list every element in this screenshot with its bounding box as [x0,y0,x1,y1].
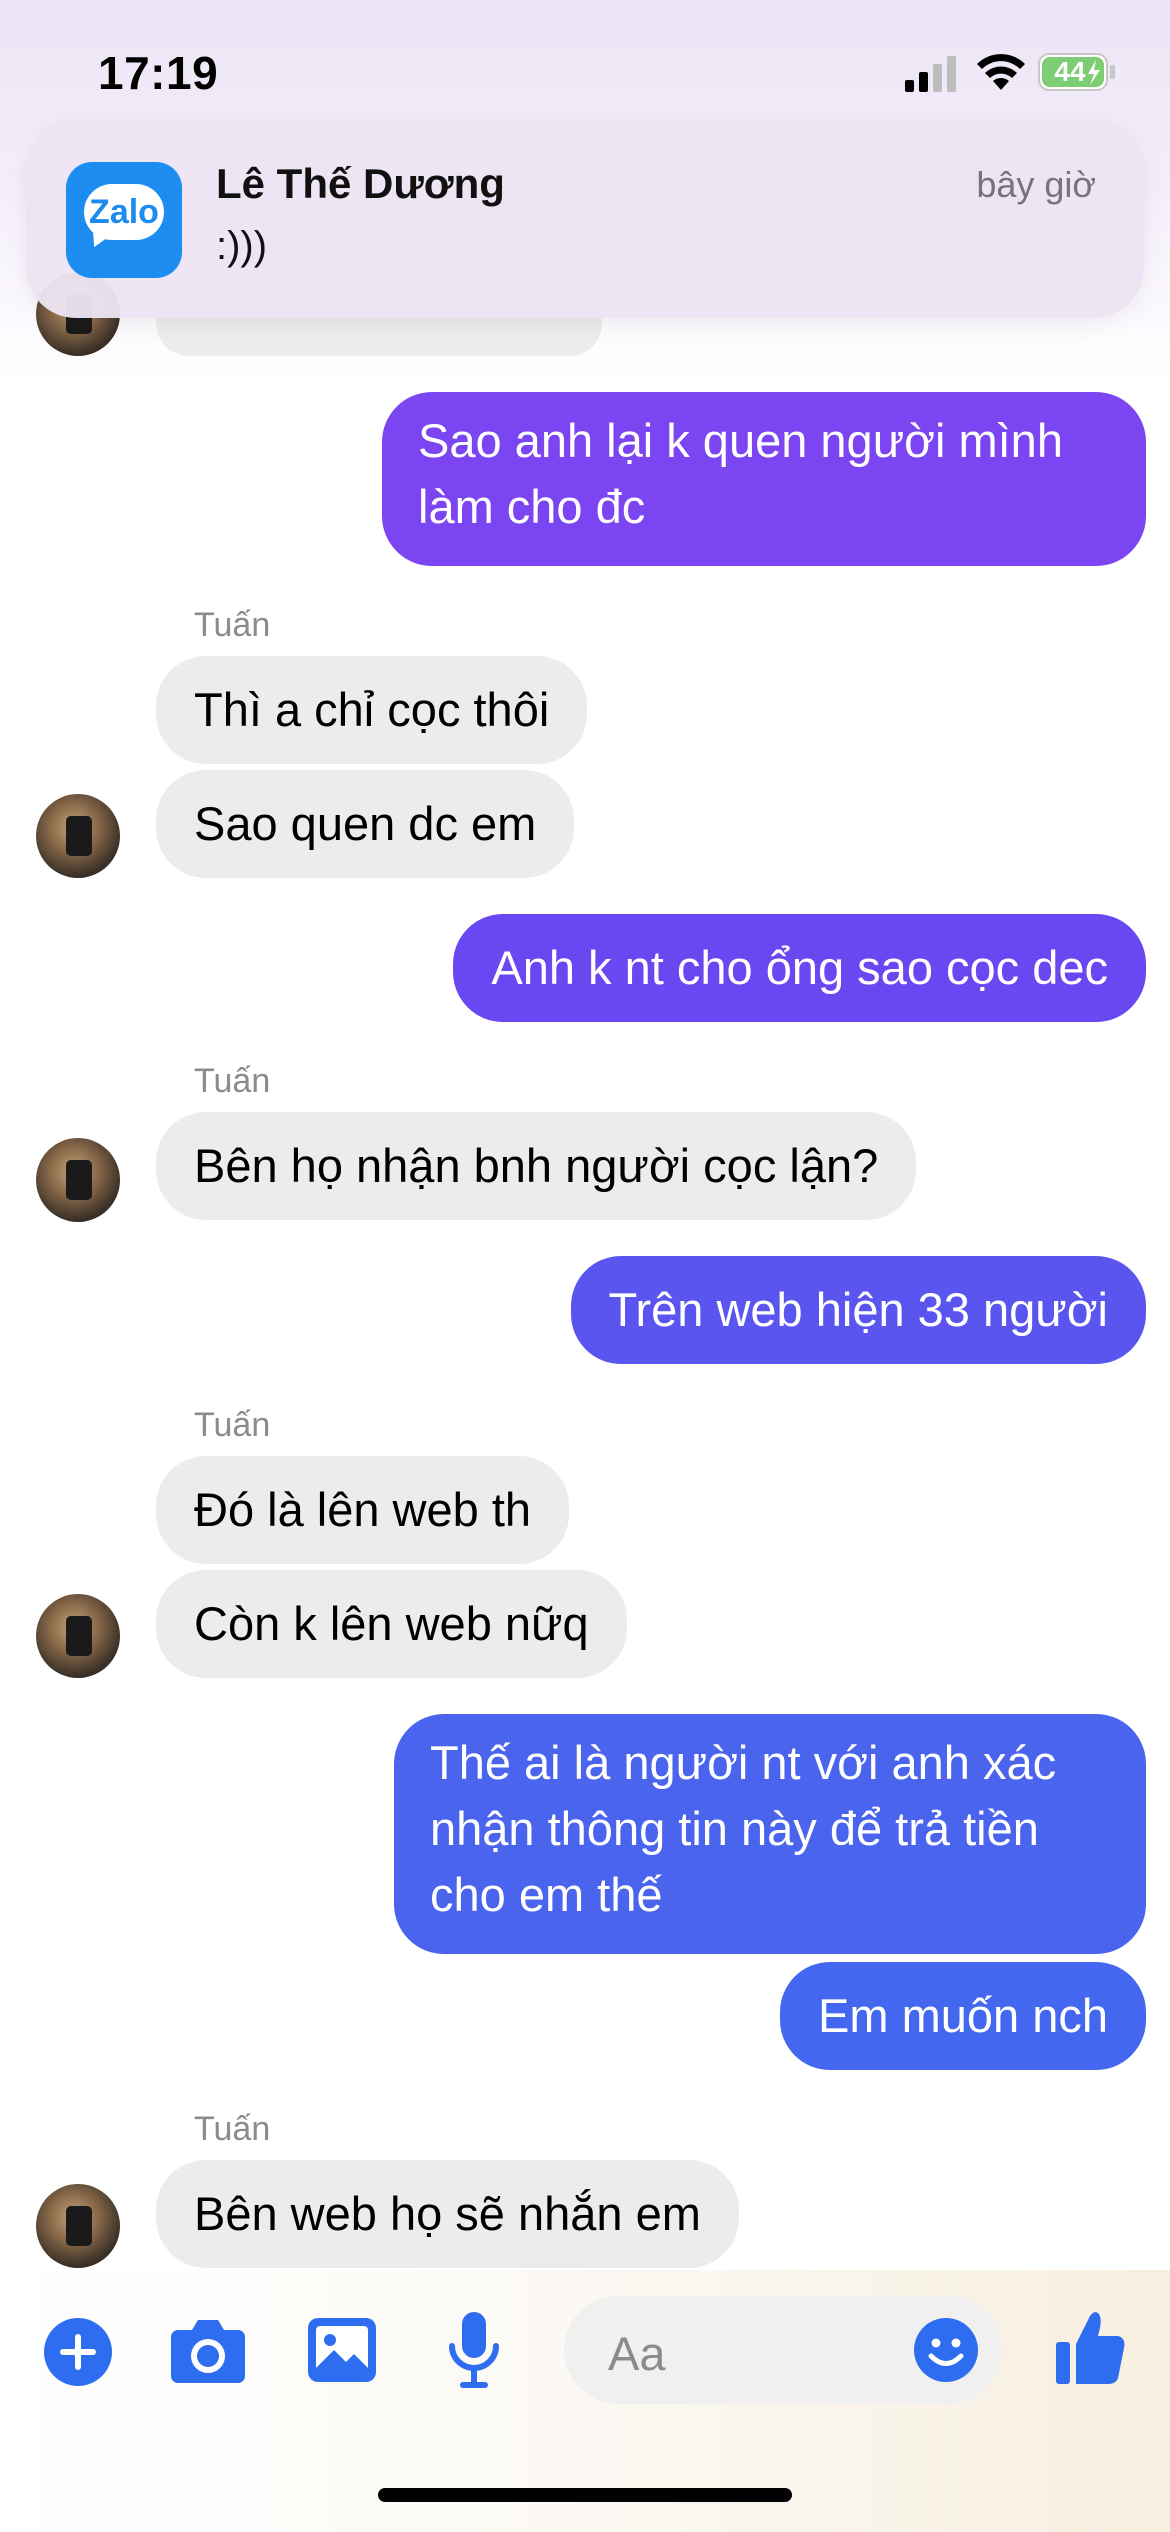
message-bubble-incoming[interactable]: Đó là lên web th [156,1456,570,1564]
microphone-icon[interactable] [446,2310,502,2392]
gallery-icon[interactable] [306,2316,378,2384]
sender-name: Tuấn [194,1062,271,1100]
sender-name: Tuấn [194,1406,271,1444]
home-indicator[interactable] [378,2488,792,2502]
avatar[interactable] [36,2184,120,2268]
notification-body: :))) [216,224,268,268]
camera-icon[interactable] [170,2316,246,2384]
avatar[interactable] [36,1594,120,1678]
cellular-signal-icon [905,56,956,92]
zalo-app-icon: Zalo [66,162,182,278]
message-bubble-incoming[interactable]: Thì a chỉ cọc thôi [156,656,588,764]
message-bubble-outgoing[interactable]: Anh k nt cho ổng sao cọc dec [453,914,1146,1022]
battery-level-text: 44 [1054,56,1086,87]
emoji-icon[interactable] [912,2316,980,2384]
message-input[interactable]: Aa [564,2296,1002,2404]
status-time: 17:19 [98,47,219,99]
message-bubble-incoming[interactable]: Sao quen dc em [156,770,575,878]
sender-name: Tuấn [194,2110,271,2148]
message-bubble-outgoing[interactable]: Thế ai là người nt với anh xác nhận thôn… [394,1714,1146,1954]
message-composer: Aa [0,2270,1170,2430]
notification-time: bây giờ [976,164,1096,205]
sender-name: Tuấn [194,606,271,644]
wifi-icon [977,54,1025,90]
notification-title: Lê Thế Dương [216,160,505,207]
message-bubble-outgoing[interactable]: Trên web hiện 33 người [570,1256,1146,1364]
like-thumbs-up-icon[interactable] [1054,2308,1126,2388]
message-input-placeholder: Aa [608,2327,666,2380]
plus-icon[interactable] [42,2316,114,2388]
avatar[interactable] [36,1138,120,1222]
zalo-logo-text: Zalo [89,193,159,231]
message-bubble-outgoing[interactable]: Sao anh lại k quen người mình làm cho đc [382,392,1146,566]
avatar[interactable] [36,794,120,878]
message-bubble-incoming[interactable]: Bên họ nhận bnh người cọc lận? [156,1112,917,1220]
message-bubble-outgoing[interactable]: Em muốn nch [780,1962,1146,2070]
chat-thread[interactable]: Sao anh lại k quen người mình làm cho đc… [0,0,1170,2300]
notification-banner[interactable]: Zalo Lê Thế Dương :))) bây giờ [26,120,1144,318]
message-bubble-incoming[interactable]: Còn k lên web nữq [156,1570,627,1678]
message-bubble-incoming[interactable]: Bên web họ sẽ nhắn em [156,2160,739,2268]
status-bar: 17:19 44 [0,0,1170,140]
